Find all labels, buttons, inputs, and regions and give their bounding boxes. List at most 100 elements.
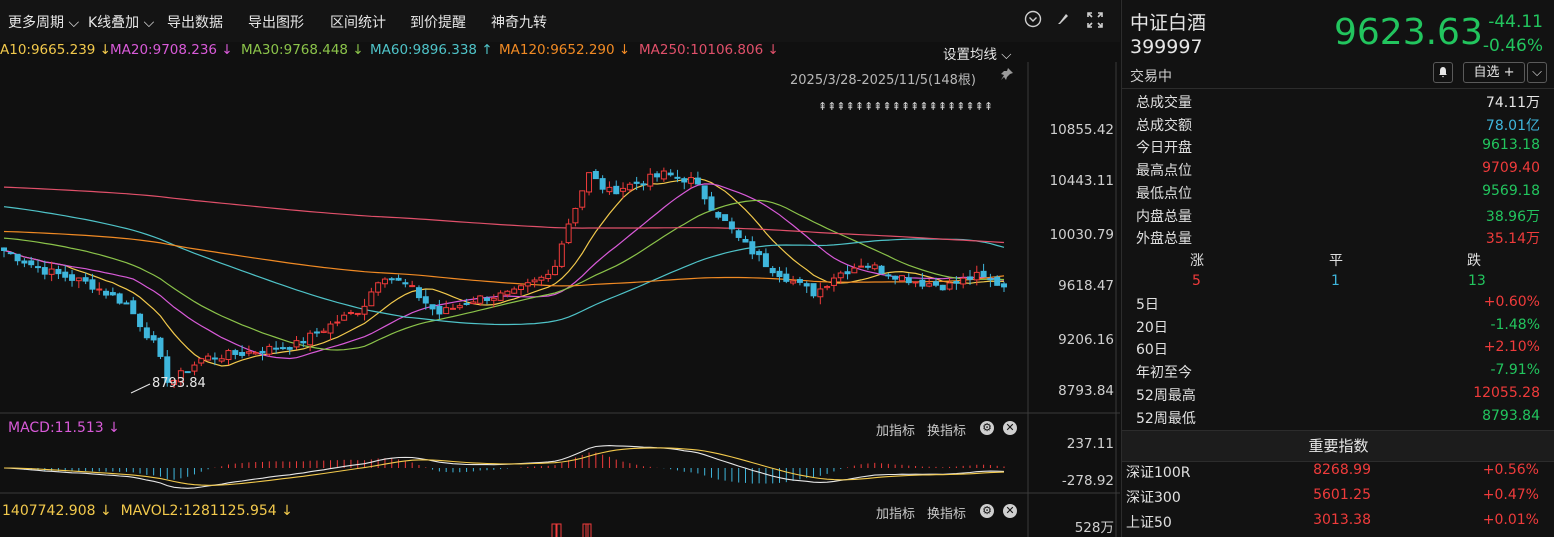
toolbar-export-chart[interactable]: 导出图形: [248, 12, 304, 32]
bell-icon[interactable]: [1433, 62, 1453, 83]
macd-add-indicator[interactable]: 加指标: [876, 420, 915, 439]
set-ma-button[interactable]: 设置均线 ⌵: [943, 43, 1012, 63]
candle-body: [728, 221, 735, 230]
candle-body: [347, 311, 354, 314]
toolbar-price-alert[interactable]: 到价提醒: [410, 12, 466, 32]
candle-body: [436, 305, 443, 315]
candle-body: [361, 305, 368, 315]
macd-close-icon[interactable]: ✕: [1003, 421, 1017, 435]
candle-body: [456, 305, 463, 309]
candle-body: [483, 297, 490, 301]
toolbar-magic-nine[interactable]: 神奇九转: [491, 12, 547, 32]
stat-key: 最高点位: [1136, 163, 1192, 180]
candle-body: [613, 185, 620, 195]
toolbar-range-stats[interactable]: 区间统计: [330, 12, 386, 32]
candle-body: [239, 351, 246, 356]
candle-body: [232, 350, 239, 355]
stat-key: 外盘总量: [1136, 231, 1192, 248]
last-price: 9623.63: [1334, 12, 1483, 53]
candle-body: [89, 279, 96, 290]
price-change-pct: -0.46%: [1482, 36, 1543, 56]
stat-row: 今日开盘 9613.18: [1136, 137, 1540, 159]
candle-body: [953, 280, 960, 284]
candle-body: [341, 314, 348, 321]
candle-body: [245, 351, 252, 354]
candle-body: [381, 278, 388, 285]
period-row: 20日 -1.48%: [1136, 317, 1540, 339]
low-marker-label: 8793.84: [152, 376, 206, 391]
candle-body: [783, 273, 790, 282]
important-index-row[interactable]: 深证100R 8268.99 +0.56%: [1126, 462, 1551, 484]
candle-body: [130, 300, 137, 315]
ma-line: [3, 199, 1005, 351]
vol-close-icon[interactable]: ✕: [1003, 504, 1017, 518]
add-watchlist-button[interactable]: 自选 +: [1463, 62, 1525, 83]
candle-body: [55, 268, 62, 275]
toolbar-kline-overlay[interactable]: K线叠加 ⌵: [88, 12, 154, 32]
candle-body: [157, 337, 164, 357]
candle-body: [205, 355, 212, 361]
macd-settings-icon[interactable]: ⚙: [980, 421, 994, 435]
candle-body: [864, 265, 871, 268]
vol-add-indicator[interactable]: 加指标: [876, 503, 915, 522]
index-code: 399997: [1130, 36, 1203, 58]
candle-body: [41, 267, 48, 275]
candle-body: [586, 172, 593, 193]
period-value: -7.91%: [1490, 362, 1540, 379]
candle-body: [395, 277, 402, 281]
candle-body: [48, 268, 55, 275]
candle-body: [402, 282, 409, 285]
candle-body: [694, 177, 701, 185]
period-key: 年初至今: [1136, 365, 1192, 382]
candle-body: [742, 238, 749, 243]
candle-body: [796, 279, 803, 283]
toolbar-more-period[interactable]: 更多周期 ⌵: [8, 12, 79, 32]
flat-count: 1: [1331, 273, 1340, 289]
candle-body: [429, 304, 436, 310]
period-key: 5日: [1136, 297, 1159, 313]
candle-body: [415, 287, 422, 299]
candle-body: [885, 274, 892, 277]
candle-body: [762, 253, 769, 268]
candle-body: [211, 357, 218, 360]
candle-body: [579, 190, 586, 208]
stat-value: 78.01亿: [1485, 117, 1540, 134]
candle-body: [7, 252, 14, 255]
candle-body: [82, 277, 89, 282]
candle-body: [96, 288, 103, 291]
collapse-circle-icon[interactable]: [1024, 10, 1042, 32]
brush-icon[interactable]: [1055, 11, 1071, 31]
macd-switch-indicator[interactable]: 换指标: [927, 420, 966, 439]
candle-body: [69, 274, 76, 281]
candle-body: [837, 272, 844, 279]
toolbar-export-data[interactable]: 导出数据: [167, 12, 223, 32]
candle-body: [422, 296, 429, 304]
period-row: 52周最低 8793.84: [1136, 408, 1540, 430]
watchlist-dropdown[interactable]: ⌵: [1527, 62, 1547, 83]
important-index-row[interactable]: 上证50 3013.38 +0.01%: [1126, 512, 1551, 534]
candle-body: [123, 302, 130, 305]
candle-body: [994, 276, 1001, 286]
candle-body: [722, 214, 729, 222]
index-row-pct: +0.56%: [1482, 462, 1539, 478]
ma120-label: MA120:9652.290 ↓: [499, 42, 631, 58]
candle-body: [198, 358, 205, 364]
candle-body: [443, 307, 450, 315]
index-row-value: 5601.25: [1313, 487, 1371, 503]
fullscreen-icon[interactable]: [1086, 11, 1104, 33]
important-index-row[interactable]: 深证300 5601.25 +0.47%: [1126, 487, 1551, 509]
vol-switch-indicator[interactable]: 换指标: [927, 503, 966, 522]
vol-settings-icon[interactable]: ⚙: [980, 504, 994, 518]
candle-body: [715, 212, 722, 218]
candle-body: [14, 253, 21, 262]
candle-body: [109, 292, 116, 296]
candle-body: [647, 173, 654, 187]
candle-body: [776, 270, 783, 278]
candle-body: [667, 172, 674, 176]
candle-body: [35, 266, 42, 269]
stat-row: 外盘总量 35.14万: [1136, 228, 1540, 250]
candle-body: [266, 345, 273, 355]
ma30-label: MA30:9768.448 ↓: [241, 42, 364, 58]
index-row-value: 8268.99: [1313, 462, 1371, 478]
volume-bars: [551, 523, 592, 537]
